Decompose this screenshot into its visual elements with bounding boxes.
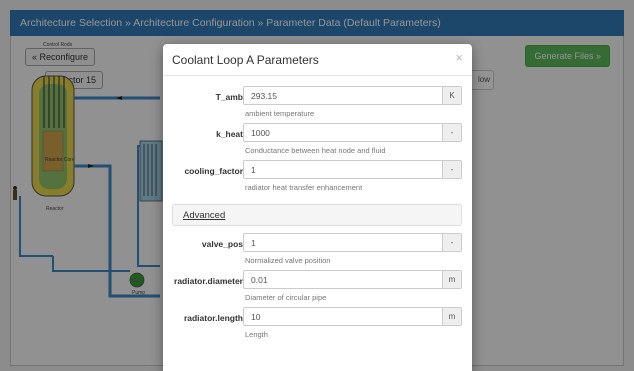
t-amb-unit: K <box>442 87 461 104</box>
radiator-length-label: radiator.length <box>183 313 243 323</box>
cooling-factor-help: radiator heat transfer enhancement <box>245 183 363 192</box>
radiator-diameter-label: radiator.diameter <box>174 276 243 286</box>
valve-pos-input-group: - <box>243 233 462 252</box>
valve-pos-unit: - <box>442 234 461 251</box>
valve-pos-label: valve_pos <box>201 239 243 249</box>
radiator-length-input[interactable] <box>244 308 442 325</box>
radiator-diameter-help: Diameter of circular pipe <box>245 293 327 302</box>
k-heat-help: Conductance between heat node and fluid <box>245 146 386 155</box>
t-amb-label: T_amb <box>215 92 243 102</box>
advanced-toggle-link[interactable]: Advanced <box>183 210 225 221</box>
valve-pos-help: Normalized valve position <box>245 256 331 265</box>
modal-title: Coolant Loop A Parameters <box>172 53 319 67</box>
k-heat-label: k_heat <box>216 129 243 139</box>
cooling-factor-input[interactable] <box>244 161 442 178</box>
radiator-length-input-group: m <box>243 307 462 326</box>
k-heat-unit: - <box>442 124 461 141</box>
cooling-factor-label: cooling_factor <box>184 166 243 176</box>
radiator-length-help: Length <box>245 330 268 339</box>
parameters-modal: Coolant Loop A Parameters × T_amb K ambi… <box>163 44 472 371</box>
close-icon[interactable]: × <box>455 50 463 65</box>
radiator-diameter-input-group: m <box>243 270 462 289</box>
t-amb-help: ambient temperature <box>245 109 315 118</box>
k-heat-input[interactable] <box>244 124 442 141</box>
modal-header: Coolant Loop A Parameters × <box>163 44 472 76</box>
valve-pos-input[interactable] <box>244 234 442 251</box>
t-amb-input-group: K <box>243 86 462 105</box>
k-heat-input-group: - <box>243 123 462 142</box>
radiator-diameter-input[interactable] <box>244 271 442 288</box>
radiator-diameter-unit: m <box>442 271 461 288</box>
advanced-panel-header[interactable]: Advanced <box>172 204 462 226</box>
cooling-factor-unit: - <box>442 161 461 178</box>
cooling-factor-input-group: - <box>243 160 462 179</box>
t-amb-input[interactable] <box>244 87 442 104</box>
radiator-length-unit: m <box>442 308 461 325</box>
